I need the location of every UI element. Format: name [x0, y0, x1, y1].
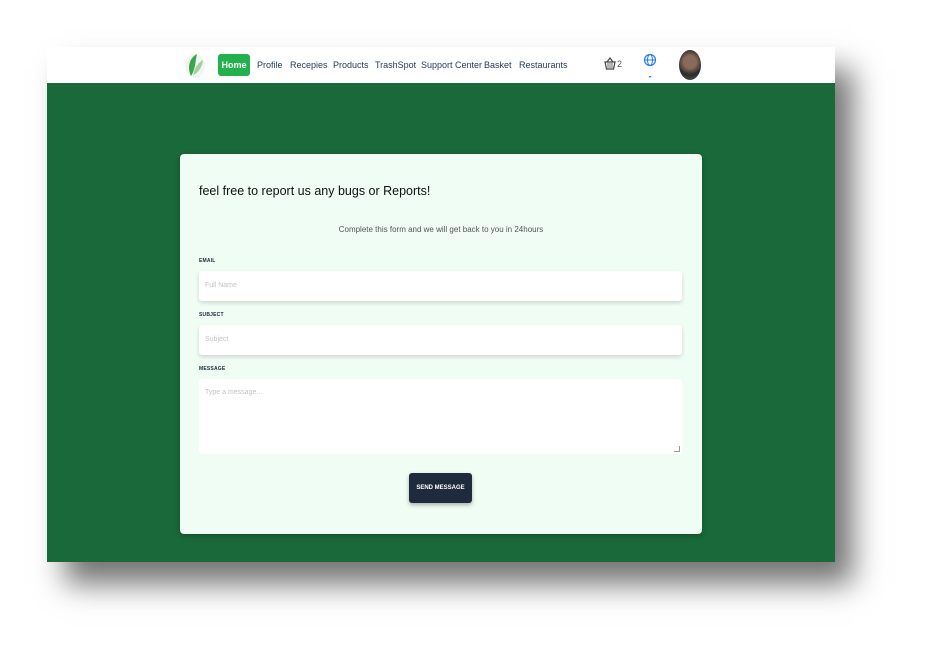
- leaf-logo-icon[interactable]: [183, 50, 207, 80]
- form-subtitle: Complete this form and we will get back …: [338, 225, 544, 234]
- resize-handle[interactable]: [674, 446, 680, 452]
- subject-label: SUBJECT: [199, 312, 224, 318]
- nav-home[interactable]: Home: [218, 54, 250, 76]
- basket-count: 2: [617, 59, 623, 69]
- email-label: EMAIL: [199, 258, 216, 264]
- subject-placeholder: Subject: [205, 336, 229, 343]
- app-window: Home Profile Recepies Products TrashSpot…: [47, 47, 835, 562]
- navbar: Home Profile Recepies Products TrashSpot…: [47, 47, 835, 83]
- nav-profile[interactable]: Profile: [257, 54, 283, 76]
- globe-icon[interactable]: [643, 53, 657, 79]
- form-title: feel free to report us any bugs or Repor…: [199, 184, 431, 198]
- avatar[interactable]: [679, 50, 701, 80]
- send-message-button[interactable]: SEND MESSAGE: [409, 473, 472, 503]
- email-placeholder: Full Name: [205, 282, 237, 289]
- report-form-card: feel free to report us any bugs or Repor…: [180, 154, 702, 534]
- email-field[interactable]: Full Name: [199, 271, 682, 301]
- basket-button[interactable]: 2: [603, 57, 629, 75]
- nav-restaurants[interactable]: Restaurants: [519, 54, 568, 76]
- basket-icon: [604, 57, 616, 70]
- nav-recepies[interactable]: Recepies: [290, 54, 328, 76]
- nav-trashspot[interactable]: TrashSpot: [375, 54, 416, 76]
- message-field[interactable]: Type a message...: [199, 379, 682, 454]
- message-label: MESSAGE: [199, 366, 226, 372]
- nav-support-center[interactable]: Support Center: [421, 54, 482, 76]
- subject-field[interactable]: Subject: [199, 325, 682, 355]
- message-placeholder: Type a message...: [205, 389, 263, 396]
- nav-products[interactable]: Products: [333, 54, 369, 76]
- nav-basket[interactable]: Basket: [484, 54, 512, 76]
